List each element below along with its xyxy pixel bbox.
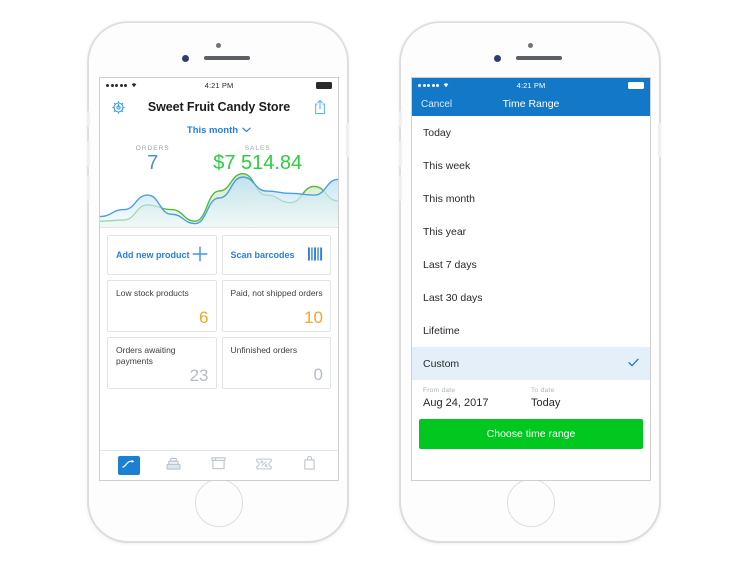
chevron-down-icon: [242, 125, 251, 136]
period-selector-label: This month: [186, 125, 239, 136]
option-lifetime[interactable]: Lifetime: [412, 314, 650, 347]
orders-awaiting-payments-value: 23: [189, 366, 209, 386]
page-title: Sweet Fruit Candy Store: [147, 100, 291, 114]
screen-time-range: 4:21 PM Cancel Time Range Today This wee…: [411, 77, 651, 481]
phone-device-right: 4:21 PM Cancel Time Range Today This wee…: [399, 22, 661, 542]
tab-orders[interactable]: [298, 455, 320, 475]
sales-orders-area-chart: [100, 163, 338, 228]
volume-down-button-right[interactable]: [399, 175, 402, 201]
tab-dashboard[interactable]: [117, 456, 140, 475]
earpiece-speaker: [204, 56, 250, 60]
option-this-month[interactable]: This month: [412, 182, 650, 215]
share-icon[interactable]: [310, 97, 330, 117]
orders-awaiting-payments-card[interactable]: Orders awaiting payments 23: [107, 337, 217, 389]
time-range-option-list: Today This week This month This year Las…: [412, 116, 650, 380]
status-bar-time-right: 4:21 PM: [516, 80, 546, 90]
home-button-right[interactable]: [507, 479, 555, 527]
app-navbar: Sweet Fruit Candy Store: [100, 92, 338, 122]
discount-ticket-icon: [256, 457, 272, 475]
unfinished-orders-label: Unfinished orders: [230, 345, 298, 355]
from-date-field[interactable]: From date Aug 24, 2017: [423, 387, 531, 409]
option-this-week[interactable]: This week: [412, 149, 650, 182]
bottom-tab-bar: [100, 450, 338, 480]
rear-sensor-dot: [215, 43, 221, 48]
add-new-product-card[interactable]: Add new product: [107, 235, 217, 275]
stat-orders-label: ORDERS: [135, 145, 170, 152]
low-stock-products-label: Low stock products: [116, 288, 189, 298]
silent-switch-right[interactable]: [399, 111, 402, 127]
tab-cash-register[interactable]: [163, 456, 185, 475]
scan-barcodes-card[interactable]: Scan barcodes: [221, 235, 331, 275]
front-camera-icon: [182, 55, 189, 62]
rear-sensor-dot-right: [527, 43, 533, 48]
gear-icon[interactable]: [108, 97, 128, 117]
earpiece-speaker-right: [516, 56, 562, 60]
option-label: Custom: [423, 357, 460, 370]
custom-date-row: From date Aug 24, 2017 To date Today: [412, 380, 650, 417]
option-label: Last 7 days: [423, 258, 477, 271]
cash-register-icon: [166, 457, 181, 475]
status-bar-right: 4:21 PM: [412, 78, 650, 92]
plus-icon: [191, 245, 209, 268]
modal-header: Cancel Time Range: [412, 92, 650, 116]
low-stock-products-card[interactable]: Low stock products 6: [107, 280, 217, 332]
to-date-value: Today: [531, 397, 561, 409]
to-date-field[interactable]: To date Today: [531, 387, 639, 409]
home-button[interactable]: [195, 479, 243, 527]
dashboard-cards-grid: Add new product Scan barcodes Low stock …: [100, 228, 338, 389]
dashboard-chart-icon: [121, 457, 136, 475]
shopping-bag-icon: [303, 455, 316, 475]
silent-switch[interactable]: [87, 111, 90, 127]
option-label: Today: [423, 126, 452, 139]
status-bar: 4:21 PM: [100, 78, 338, 92]
option-custom[interactable]: Custom: [412, 347, 650, 380]
paid-not-shipped-orders-label: Paid, not shipped orders: [230, 288, 323, 298]
front-camera-icon-right: [494, 55, 501, 62]
cancel-button[interactable]: Cancel: [421, 99, 452, 110]
box-icon: [211, 456, 227, 475]
orders-awaiting-payments-label: Orders awaiting payments: [116, 345, 176, 367]
from-date-value: Aug 24, 2017: [423, 397, 489, 409]
option-label: This year: [423, 225, 467, 238]
unfinished-orders-value: 0: [313, 365, 323, 384]
add-new-product-label: Add new product: [116, 250, 190, 261]
option-last-7-days[interactable]: Last 7 days: [412, 248, 650, 281]
power-button[interactable]: [346, 123, 349, 157]
checkmark-icon: [628, 358, 639, 370]
volume-down-button[interactable]: [87, 175, 90, 201]
option-last-30-days[interactable]: Last 30 days: [412, 281, 650, 314]
status-bar-time: 4:21 PM: [204, 80, 234, 90]
tab-discounts[interactable]: [253, 456, 275, 475]
scan-barcodes-label: Scan barcodes: [230, 250, 295, 261]
screenshot-stage: 4:21 PM Sweet Fruit Candy Store This mon…: [0, 0, 750, 563]
volume-up-button-right[interactable]: [399, 141, 402, 167]
option-label: Lifetime: [423, 324, 460, 337]
phone-device-left: 4:21 PM Sweet Fruit Candy Store This mon…: [87, 22, 349, 542]
power-button-right[interactable]: [658, 123, 661, 157]
period-selector[interactable]: This month: [100, 122, 338, 141]
unfinished-orders-card[interactable]: Unfinished orders 0: [221, 337, 331, 389]
to-date-label: To date: [531, 387, 555, 394]
option-this-year[interactable]: This year: [412, 215, 650, 248]
volume-up-button[interactable]: [87, 141, 90, 167]
option-label: Last 30 days: [423, 291, 483, 304]
low-stock-products-value: 6: [199, 308, 209, 327]
option-label: This week: [423, 159, 471, 172]
paid-not-shipped-orders-card[interactable]: Paid, not shipped orders 10: [221, 280, 331, 332]
from-date-label: From date: [423, 387, 456, 394]
screen-dashboard: 4:21 PM Sweet Fruit Candy Store This mon…: [99, 77, 339, 481]
choose-time-range-button[interactable]: Choose time range: [419, 419, 643, 449]
option-label: This month: [423, 192, 475, 205]
paid-not-shipped-orders-value: 10: [304, 308, 323, 327]
tab-products[interactable]: [208, 456, 230, 475]
stat-sales-label: SALES: [244, 145, 271, 152]
option-today[interactable]: Today: [412, 116, 650, 149]
barcode-icon: [308, 246, 323, 266]
